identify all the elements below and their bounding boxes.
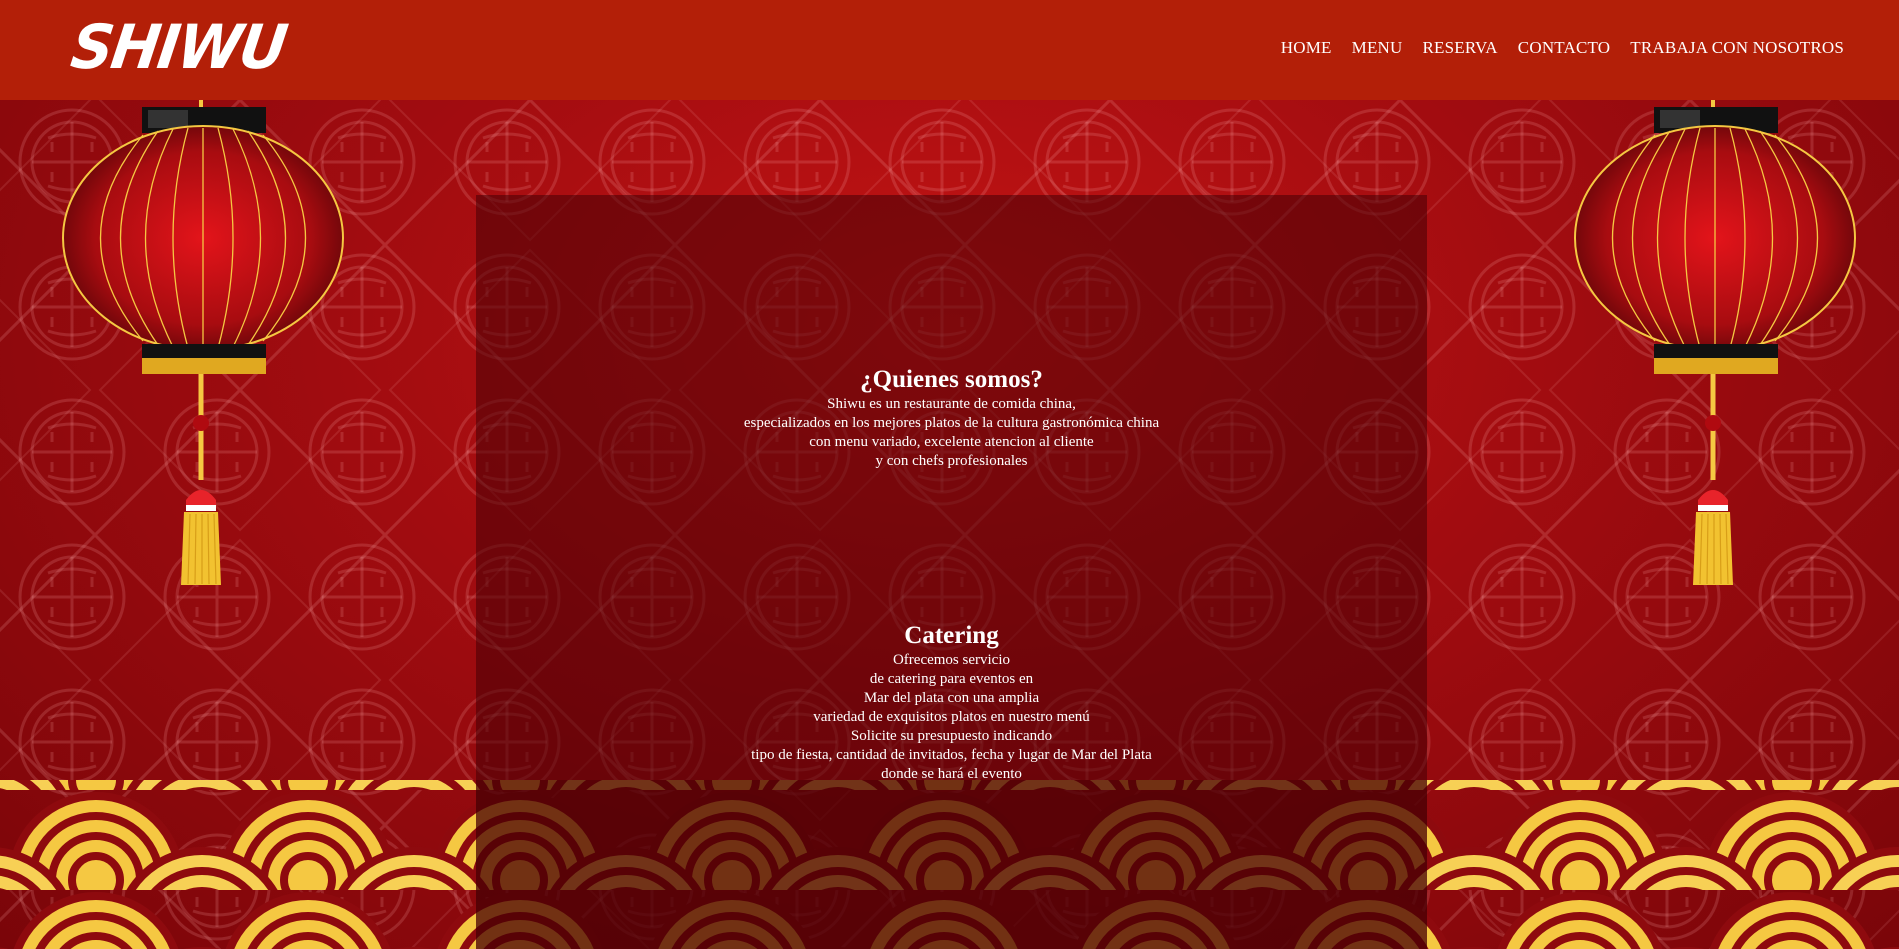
about-line: Shiwu es un restaurante de comida china, <box>827 396 1076 412</box>
about-title: ¿Quienes somos? <box>860 366 1043 393</box>
about-line: especializados en los mejores platos de … <box>743 415 1160 431</box>
catering-line: Mar del plata con una amplia <box>863 690 1040 706</box>
about-section: ¿Quienes somos? Shiwu es un restaurante … <box>476 365 1427 471</box>
catering-line: Ofrecemos servicio <box>892 652 1011 668</box>
catering-title: Catering <box>904 622 999 649</box>
catering-line: variedad de exquisitos platos en nuestro… <box>813 709 1090 725</box>
site-header: SHIWU HOME MENU RESERVA CONTACTO TRABAJA… <box>0 0 1899 100</box>
nav-trabaja[interactable]: TRABAJA CON NOSOTROS <box>1630 38 1844 58</box>
catering-line: Solicite su presupuesto indicando <box>850 728 1053 744</box>
catering-line: tipo de fiesta, cantidad de invitados, f… <box>751 747 1152 763</box>
nav-menu[interactable]: MENU <box>1352 38 1403 58</box>
nav-reserva[interactable]: RESERVA <box>1422 38 1497 58</box>
panel-wave-overlay <box>476 780 1427 949</box>
catering-line: de catering para eventos en <box>869 671 1034 687</box>
logo-text: SHIWU <box>66 11 290 83</box>
about-line: con menu variado, excelente atencion al … <box>809 434 1094 450</box>
nav-home[interactable]: HOME <box>1281 38 1332 58</box>
about-line: y con chefs profesionales <box>875 453 1028 469</box>
logo[interactable]: SHIWU <box>67 11 292 82</box>
nav-contacto[interactable]: CONTACTO <box>1518 38 1611 58</box>
catering-section: Catering Ofrecemos servicio de catering … <box>476 621 1427 784</box>
lantern-icon <box>62 100 344 585</box>
lantern-icon <box>1574 100 1856 585</box>
main-nav: HOME MENU RESERVA CONTACTO TRABAJA CON N… <box>1281 38 1844 58</box>
